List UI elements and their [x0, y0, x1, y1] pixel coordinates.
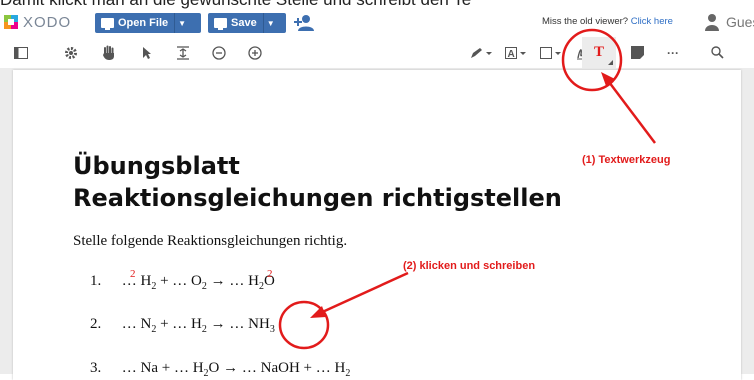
app-name: XODO: [23, 13, 72, 31]
annotation-label-click-write: (2) klicken und schreiben: [403, 260, 536, 272]
zoom-in-button[interactable]: [244, 37, 266, 68]
settings-button[interactable]: [60, 37, 82, 68]
fit-width-icon: [177, 45, 189, 60]
eq-part: + … H: [156, 316, 202, 332]
fit-width-button[interactable]: [172, 37, 194, 68]
zoom-in-icon: [248, 45, 262, 60]
zoom-out-icon: [212, 45, 226, 60]
text-style-icon: A: [505, 46, 526, 59]
doc-instruction: Stelle folgende Reaktionsgleichungen ric…: [73, 233, 348, 249]
caption-text: Damit klickt man an die gewünschte Stell…: [0, 0, 754, 10]
equation-number: 1.: [90, 273, 102, 289]
inserted-coefficient: 2: [267, 268, 273, 280]
open-file-button[interactable]: Open File ▼: [95, 13, 201, 33]
shape-icon: [540, 46, 561, 59]
search-button[interactable]: [706, 37, 728, 68]
sidebar-toggle-button[interactable]: [10, 37, 32, 68]
chevron-down-icon[interactable]: ▼: [175, 19, 189, 28]
equation-number: 3.: [90, 360, 102, 376]
eq-part: → … NH: [206, 316, 270, 332]
user-name: Guest: [726, 14, 754, 30]
zoom-out-button[interactable]: [208, 37, 230, 68]
equation-2: 2. … N2 + … H2 → … NH3: [90, 316, 275, 335]
pan-tool-button[interactable]: [98, 37, 120, 68]
more-button[interactable]: ···: [662, 37, 684, 68]
shape-tool-button[interactable]: [538, 37, 564, 68]
note-icon: [630, 46, 644, 59]
equation-1: 1. … H2 + … O2 → … H2O: [90, 273, 275, 292]
corner-marker-icon: [608, 60, 613, 65]
eq-part: + … O: [156, 273, 202, 289]
old-viewer-notice: Miss the old viewer? Click here: [542, 16, 673, 27]
annotation-label-text-tool: (1) Textwerkzeug: [582, 154, 671, 166]
open-file-label: Open File: [118, 17, 169, 29]
xodo-logo-icon: [4, 15, 18, 29]
eq-part: … H: [121, 273, 152, 289]
pointer-icon: [143, 46, 151, 59]
sidebar-icon: [14, 46, 28, 59]
eq-sub: 3: [269, 324, 275, 335]
equation-3: 3. … Na + … H2O → … NaOH + … H2: [90, 360, 350, 379]
monitor-icon: [214, 18, 227, 30]
pen-icon: [471, 47, 492, 58]
save-label: Save: [231, 17, 257, 29]
note-tool-button[interactable]: [626, 37, 648, 68]
user-icon: [705, 14, 719, 31]
equation-number: 2.: [90, 316, 102, 332]
select-tool-button[interactable]: [136, 37, 158, 68]
xodo-logo[interactable]: XODO: [2, 13, 71, 31]
user-menu[interactable]: Guest: [705, 13, 754, 31]
svg-text:A: A: [508, 49, 515, 59]
eq-part: … N: [121, 316, 152, 332]
search-icon: [710, 46, 724, 59]
top-bar: XODO Open File ▼ Save ▼ Miss the old vie…: [0, 10, 754, 37]
hand-icon: [103, 45, 114, 60]
eq-part: → … H: [206, 273, 259, 289]
old-viewer-text: Miss the old viewer?: [542, 16, 629, 27]
pen-tool-button[interactable]: [468, 37, 494, 68]
inserted-coefficient: 2: [130, 268, 136, 280]
toolbar: A T ···: [0, 37, 754, 69]
gear-icon: [65, 46, 77, 59]
text-style-button[interactable]: A: [503, 37, 529, 68]
save-button[interactable]: Save ▼: [208, 13, 286, 33]
text-tool-icon: T: [593, 44, 604, 60]
more-icon: ···: [667, 45, 679, 60]
doc-title-line2: Reaktionsgleichungen richtigstellen: [73, 184, 562, 212]
add-user-icon[interactable]: [293, 14, 315, 32]
doc-title-line1: Übungsblatt: [73, 152, 240, 180]
chevron-down-icon[interactable]: ▼: [264, 19, 278, 28]
text-tool-button[interactable]: T: [582, 37, 616, 68]
monitor-icon: [101, 18, 114, 30]
click-here-link[interactable]: Click here: [631, 16, 673, 27]
